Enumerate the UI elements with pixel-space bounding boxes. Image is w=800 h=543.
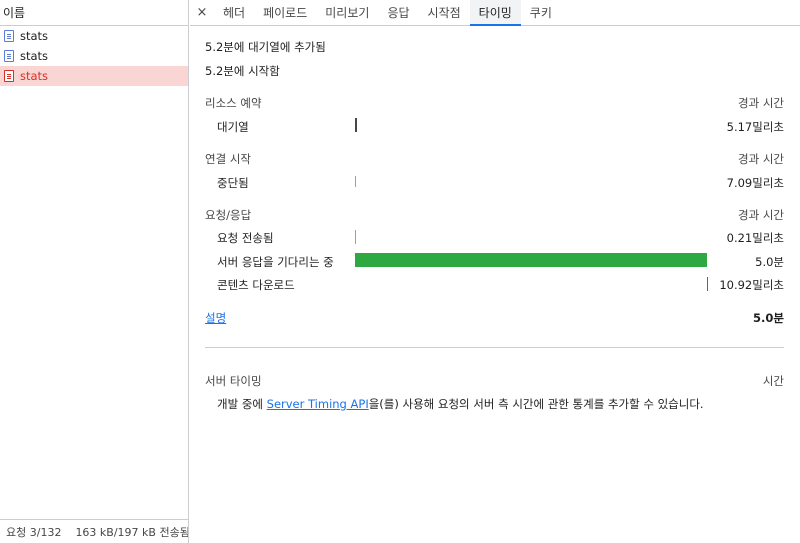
request-row[interactable]: stats: [0, 46, 188, 66]
stalled-label: 중단됨: [217, 176, 249, 190]
document-icon: [4, 50, 14, 62]
queued-at-text: 5.2분에 대기열에 추가됨: [205, 40, 326, 54]
waiting-server-value: 5.0분: [755, 255, 784, 269]
waiting-server-label: 서버 응답을 기다리는 중: [217, 255, 334, 269]
tab-preview[interactable]: 미리보기: [316, 0, 378, 25]
stalled-bar: [355, 176, 356, 187]
queueing-value: 5.17밀리초: [726, 120, 784, 134]
timing-content: 5.2분에 대기열에 추가됨 5.2분에 시작함 리소스 예약 경과 시간 대기…: [190, 27, 800, 543]
content-download-bar: [707, 277, 708, 291]
tab-response[interactable]: 응답: [378, 0, 418, 25]
details-tab-bar: × 헤더 페이로드 미리보기 응답 시작점 타이밍 쿠키: [190, 0, 800, 26]
elapsed-time-header: 경과 시간: [738, 208, 784, 222]
time-header: 시간: [762, 374, 784, 388]
elapsed-time-header: 경과 시간: [738, 96, 784, 110]
request-row-selected[interactable]: stats: [0, 66, 188, 86]
queueing-bar: [355, 118, 357, 132]
request-row[interactable]: stats: [0, 26, 188, 46]
request-sent-bar: [355, 230, 356, 244]
desc-suffix: 을(를) 사용해 요청의 서버 측 시간에 관한 통계를 추가할 수 있습니다.: [368, 397, 704, 411]
request-sent-label: 요청 전송됨: [217, 231, 274, 245]
transferred-size: 163 kB/197 kB 전송됨: [75, 525, 188, 539]
resource-scheduling-title: 리소스 예약: [205, 96, 262, 110]
queueing-label: 대기열: [217, 120, 249, 134]
tab-payload[interactable]: 페이로드: [254, 0, 316, 25]
server-timing-title: 서버 타이밍: [205, 374, 262, 388]
tab-headers[interactable]: 헤더: [214, 0, 254, 25]
request-name: stats: [20, 69, 49, 83]
server-timing-description: 개발 중에 Server Timing API을(를) 사용해 요청의 서버 측…: [217, 396, 704, 412]
server-timing-api-link[interactable]: Server Timing API: [267, 397, 369, 411]
content-download-value: 10.92밀리초: [719, 278, 784, 292]
elapsed-time-header: 경과 시간: [738, 152, 784, 166]
total-time: 5.0분: [753, 311, 784, 325]
request-details-panel: × 헤더 페이로드 미리보기 응답 시작점 타이밍 쿠키 5.2분에 대기열에 …: [190, 0, 800, 543]
tab-timing[interactable]: 타이밍: [469, 0, 521, 26]
section-divider: [205, 347, 784, 348]
request-list-panel: 이름 stats stats stats 요청 3/132 163 kB/197…: [0, 0, 189, 543]
document-icon: [4, 70, 14, 82]
content-download-label: 콘텐츠 다운로드: [217, 278, 295, 292]
started-at-text: 5.2분에 시작함: [205, 64, 280, 78]
close-icon[interactable]: ×: [190, 0, 214, 25]
request-response-title: 요청/응답: [205, 208, 252, 222]
stalled-value: 7.09밀리초: [726, 176, 784, 190]
name-column-header[interactable]: 이름: [0, 0, 188, 26]
connection-start-title: 연결 시작: [205, 152, 251, 166]
request-count: 요청 3/132: [6, 525, 62, 539]
request-name: stats: [20, 29, 49, 43]
desc-prefix: 개발 중에: [217, 397, 267, 411]
tab-initiator[interactable]: 시작점: [419, 0, 470, 25]
request-sent-value: 0.21밀리초: [726, 231, 784, 245]
status-bar: 요청 3/132 163 kB/197 kB 전송됨: [0, 519, 188, 543]
explanation-link[interactable]: 설명: [205, 310, 226, 326]
waiting-server-bar: [355, 253, 707, 267]
document-icon: [4, 30, 14, 42]
request-name: stats: [20, 49, 49, 63]
tab-cookies[interactable]: 쿠키: [521, 0, 561, 25]
